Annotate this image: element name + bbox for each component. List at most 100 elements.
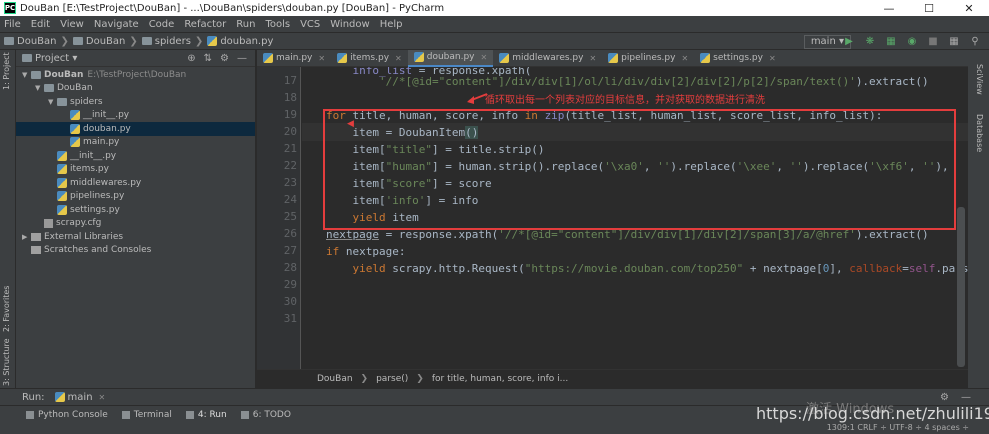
folder-icon <box>72 37 83 45</box>
run-tab-main[interactable]: main ✕ <box>54 392 106 403</box>
tree-item[interactable]: __init__.py <box>16 149 255 163</box>
editor-tab[interactable]: main.py ✕ <box>257 50 331 67</box>
close-icon[interactable]: ✕ <box>318 54 325 63</box>
tree-item[interactable]: __init__.py <box>16 109 255 123</box>
collapse-icon[interactable]: ⇅ <box>204 53 212 64</box>
maximize-button[interactable]: ☐ <box>909 2 949 15</box>
editor-tab[interactable]: items.py ✕ <box>331 50 408 67</box>
menu-refactor[interactable]: Refactor <box>184 19 226 30</box>
editor-tab[interactable]: douban.py ✕ <box>407 49 494 67</box>
tree-item-label: DouBan <box>57 83 93 94</box>
close-icon[interactable]: ✕ <box>769 54 776 63</box>
line-number: 31 <box>283 312 297 325</box>
expand-arrow-icon[interactable]: ▼ <box>35 84 44 92</box>
tree-item-label: settings.py <box>70 204 120 215</box>
tool-tab-structure[interactable]: 3: Structure <box>2 338 11 386</box>
tool-tab-sciview[interactable]: SciView <box>975 64 984 95</box>
coverage-icon[interactable]: ▦ <box>883 35 899 49</box>
close-icon[interactable]: ✕ <box>589 54 596 63</box>
tree-item[interactable]: main.py <box>16 136 255 150</box>
watermark-text: https://blog.csdn.net/zhulili1995 <box>756 404 989 423</box>
vertical-scrollbar[interactable] <box>957 207 965 367</box>
bottom-tool-tab[interactable]: 4: Run <box>185 410 227 420</box>
tree-item[interactable]: scrapy.cfg <box>16 217 255 231</box>
search-icon[interactable]: ⚲ <box>967 35 983 49</box>
menu-window[interactable]: Window <box>330 19 369 30</box>
tool-tab-favorites[interactable]: 2: Favorites <box>2 286 11 332</box>
title-bar: PC DouBan [E:\TestProject\DouBan] - ...\… <box>0 0 989 16</box>
python-file-icon <box>263 53 273 63</box>
expand-arrow-icon[interactable]: ▼ <box>22 71 31 79</box>
tree-item[interactable]: ▼ DouBan <box>16 82 255 96</box>
tree-item[interactable]: ▶ External Libraries <box>16 230 255 244</box>
editor-tab[interactable]: settings.py ✕ <box>694 50 782 67</box>
tree-item[interactable]: Scratches and Consoles <box>16 244 255 258</box>
menu-run[interactable]: Run <box>236 19 255 30</box>
close-icon[interactable]: ✕ <box>481 53 488 62</box>
expand-arrow-icon[interactable]: ▼ <box>48 98 57 106</box>
expand-arrow-icon[interactable]: ▶ <box>22 233 31 241</box>
close-icon[interactable]: ✕ <box>99 393 106 402</box>
tree-item[interactable]: settings.py <box>16 203 255 217</box>
bottom-tool-tab[interactable]: 6: TODO <box>240 410 291 420</box>
profile-icon[interactable]: ◉ <box>904 35 920 49</box>
menu-help[interactable]: Help <box>380 19 403 30</box>
hide-icon[interactable]: — <box>961 392 971 403</box>
editor-tab-label: douban.py <box>426 52 475 62</box>
tree-item[interactable]: pipelines.py <box>16 190 255 204</box>
bottom-tool-tab[interactable]: Terminal <box>121 410 172 420</box>
project-view-select[interactable]: Project ▾ <box>35 53 77 64</box>
tool-tab-project[interactable]: 1: Project <box>2 52 11 90</box>
code-breadcrumb: DouBan ❯ parse() ❯ for title, human, sco… <box>257 369 968 388</box>
folder-icon <box>4 37 14 45</box>
nav-crumb-package[interactable]: ❯ DouBan <box>56 36 125 47</box>
hide-icon[interactable]: — <box>237 53 247 64</box>
nav-crumb-file[interactable]: ❯ douban.py <box>191 36 273 47</box>
tree-item[interactable]: ▼ spiders <box>16 95 255 109</box>
nav-crumb-project[interactable]: DouBan <box>4 36 56 47</box>
tree-item[interactable]: middlewares.py <box>16 176 255 190</box>
locate-icon[interactable]: ⊕ <box>187 53 195 64</box>
menu-view[interactable]: View <box>60 19 84 30</box>
editor-tab[interactable]: pipelines.py ✕ <box>602 50 694 67</box>
line-number: 21 <box>283 142 297 155</box>
code-editor[interactable]: 17 18 19 20 21 22 23 24 25 26 27 28 29 30 31 info_list… <box>257 67 968 369</box>
gear-icon[interactable]: ⚙ <box>220 53 229 64</box>
tree-item[interactable]: douban.py <box>16 122 255 136</box>
tool-tab-database[interactable]: Database <box>975 114 984 152</box>
menu-tools[interactable]: Tools <box>265 19 290 30</box>
breadcrumb-statement[interactable]: for title, human, score, info i... <box>432 374 568 384</box>
menu-navigate[interactable]: Navigate <box>94 19 139 30</box>
close-icon[interactable]: ✕ <box>681 54 688 63</box>
tree-item[interactable]: ▼ DouBan E:\TestProject\DouBan <box>16 68 255 82</box>
bottom-tool-tab[interactable]: Python Console <box>26 410 108 420</box>
folder-icon <box>31 70 41 79</box>
python-file-icon <box>70 123 80 134</box>
menu-edit[interactable]: Edit <box>31 19 50 30</box>
minimize-button[interactable]: — <box>869 2 909 15</box>
stop-icon[interactable]: ■ <box>925 35 941 49</box>
left-tool-strip: 1: Project 2: Favorites 3: Structure <box>0 50 16 388</box>
close-button[interactable]: ✕ <box>949 2 989 15</box>
line-number: 23 <box>283 176 297 189</box>
editor-tab-label: middlewares.py <box>512 53 584 63</box>
close-icon[interactable]: ✕ <box>395 54 402 63</box>
python-file-icon <box>70 110 80 121</box>
tree-item-label: scrapy.cfg <box>56 218 102 229</box>
line-number: 19 <box>283 108 297 121</box>
breadcrumb-function[interactable]: parse() <box>376 374 408 384</box>
run-icon[interactable]: ▶ <box>841 35 857 49</box>
project-panel: Project ▾ ⊕ ⇅ ⚙ — ▼ DouBan E:\TestProject\… <box>16 50 256 388</box>
editor-tab[interactable]: middlewares.py ✕ <box>493 50 602 67</box>
menu-vcs[interactable]: VCS <box>300 19 320 30</box>
menu-file[interactable]: File <box>4 19 21 30</box>
python-file-icon <box>70 137 80 148</box>
debug-icon[interactable]: ❋ <box>862 35 878 49</box>
gear-icon[interactable]: ⚙ <box>940 392 949 403</box>
nav-crumb-spiders[interactable]: ❯ spiders <box>125 36 191 47</box>
menu-code[interactable]: Code <box>149 19 175 30</box>
tree-item[interactable]: items.py <box>16 163 255 177</box>
breadcrumb-module[interactable]: DouBan <box>317 374 353 384</box>
tree-item-label: spiders <box>70 96 103 107</box>
structure-icon[interactable]: ▦ <box>946 35 962 49</box>
